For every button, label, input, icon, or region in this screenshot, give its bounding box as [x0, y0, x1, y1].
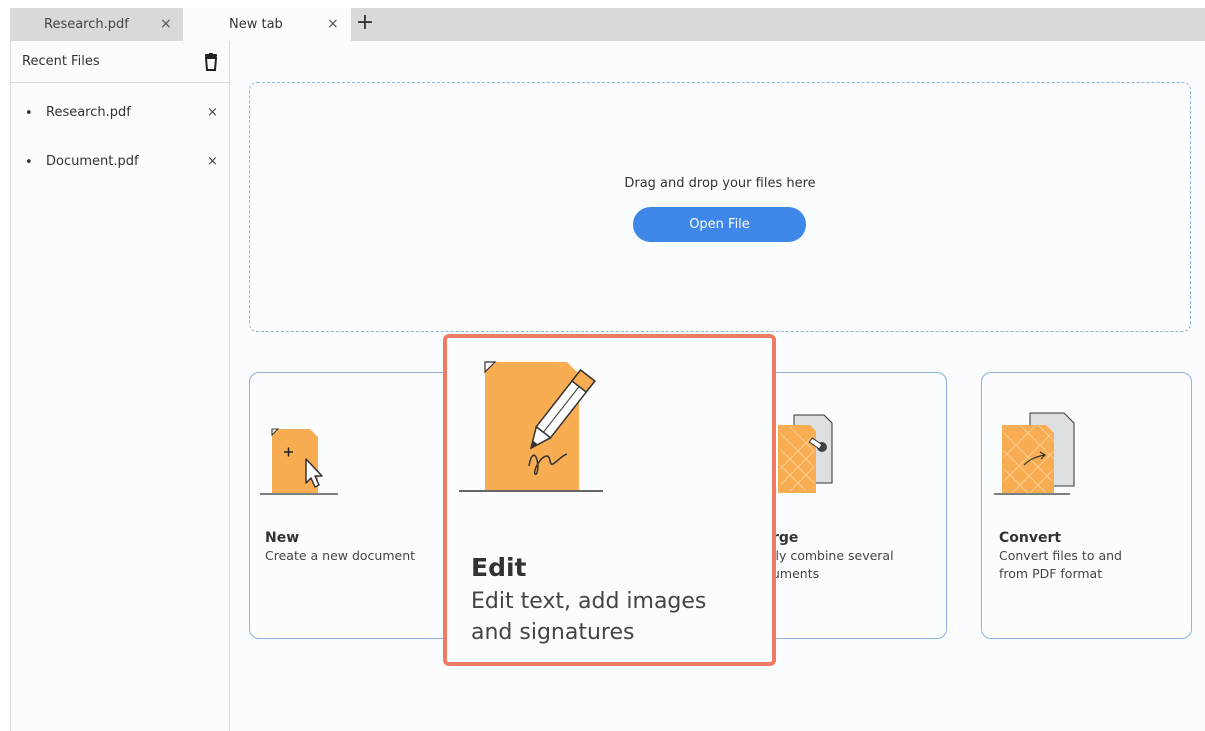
card-description: uments	[772, 566, 820, 581]
recent-file-item[interactable]: • Document.pdf ×	[11, 151, 229, 175]
remove-file-icon[interactable]: ×	[207, 105, 218, 120]
card-title: Edit	[471, 553, 527, 582]
card-description-line: and signatures	[471, 620, 635, 645]
sidebar-title: Recent Files	[22, 54, 100, 69]
file-drop-zone[interactable]: Drag and drop your files here Open File	[249, 82, 1191, 332]
card-description: Edit text, add images and signatures	[471, 586, 771, 648]
tab-label: New tab	[229, 17, 283, 32]
recent-file-item[interactable]: • Research.pdf ×	[11, 102, 229, 126]
card-description-line: Edit text, add images	[471, 589, 707, 614]
card-title: New	[265, 530, 300, 546]
close-tab-icon[interactable]: ×	[160, 16, 172, 32]
convert-card[interactable]: Convert Convert files to and from PDF fo…	[981, 372, 1192, 639]
convert-icon	[994, 412, 1075, 495]
merge-icon	[778, 414, 833, 493]
app-window: Research.pdf × New tab × + Recent Files …	[10, 8, 1205, 731]
new-tab-button[interactable]: +	[354, 12, 376, 36]
tab-label: Research.pdf	[44, 17, 129, 32]
card-description: ily combine several	[772, 548, 894, 563]
remove-file-icon[interactable]: ×	[207, 154, 218, 169]
drop-zone-text: Drag and drop your files here	[624, 176, 816, 191]
recent-file-name: Document.pdf	[46, 154, 139, 169]
tab-new-tab[interactable]: New tab ×	[183, 8, 351, 41]
edit-card[interactable]: Edit Edit text, add images and signature…	[443, 334, 776, 666]
edit-pencil-icon	[459, 361, 603, 492]
tab-research[interactable]: Research.pdf ×	[11, 8, 183, 41]
recent-files-sidebar: Recent Files • Research.pdf × • Document…	[11, 41, 230, 731]
card-title: Convert	[999, 530, 1062, 546]
card-description: Convert files to and	[999, 548, 1122, 563]
close-tab-icon[interactable]: ×	[327, 16, 339, 32]
card-description: Create a new document	[265, 548, 416, 563]
sidebar-header: Recent Files	[11, 41, 229, 83]
tab-bar: Research.pdf × New tab × +	[11, 8, 1205, 41]
new-document-icon	[260, 428, 338, 495]
bullet: •	[25, 106, 33, 121]
bullet: •	[25, 155, 33, 170]
trash-icon[interactable]	[203, 53, 219, 71]
recent-file-name: Research.pdf	[46, 105, 131, 120]
open-file-button[interactable]: Open File	[633, 207, 806, 242]
card-description: from PDF format	[999, 566, 1103, 581]
